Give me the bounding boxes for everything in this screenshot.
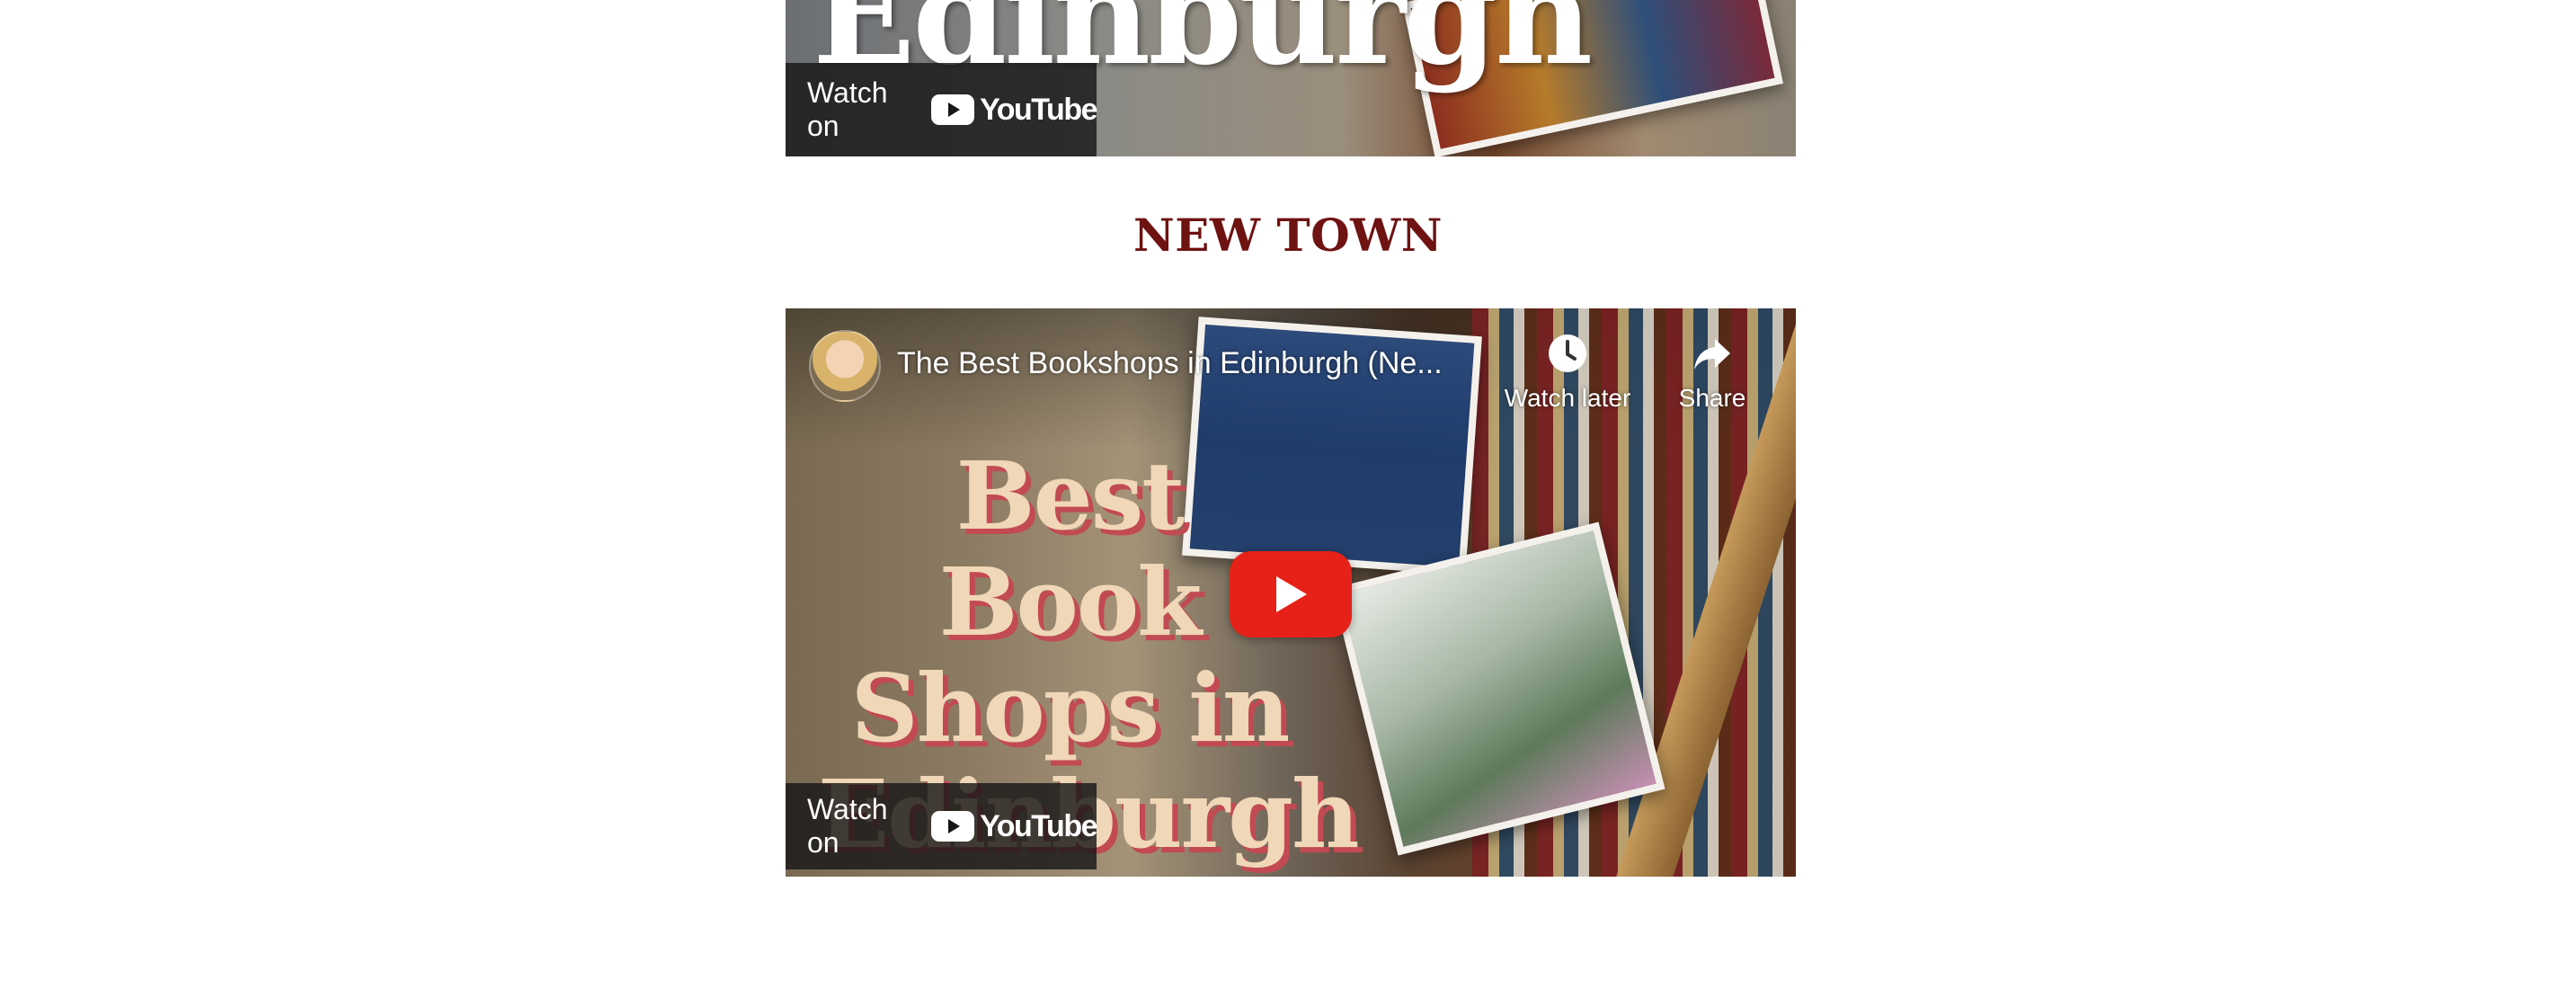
youtube-logo-icon: YouTube <box>931 93 1097 128</box>
youtube-wordmark: YouTube <box>980 92 1097 127</box>
play-button[interactable] <box>1230 551 1352 637</box>
watch-later-label: Watch later <box>1504 384 1631 412</box>
watch-on-label: Watch on <box>807 76 888 142</box>
clock-icon <box>1549 334 1586 372</box>
share-label: Share <box>1678 384 1746 412</box>
watch-on-youtube-button[interactable]: Watch on YouTube <box>786 783 1097 869</box>
video-title-link[interactable]: The Best Bookshops in Edinburgh (Ne... <box>897 346 1472 381</box>
thumbnail-title-line: Shops in <box>850 653 1291 763</box>
youtube-logo-icon: YouTube <box>931 809 1097 844</box>
watch-later-button[interactable]: Watch later <box>1496 332 1639 413</box>
share-arrow-icon <box>1694 339 1730 370</box>
watch-on-label: Watch on <box>807 793 888 859</box>
player-header: The Best Bookshops in Edinburgh (Ne... W… <box>786 308 1796 434</box>
play-icon <box>1276 576 1307 612</box>
youtube-wordmark: YouTube <box>980 808 1097 843</box>
channel-avatar[interactable] <box>809 330 881 402</box>
watch-on-youtube-button[interactable]: Watch on YouTube <box>786 63 1097 156</box>
video-embed-previous[interactable]: Edinburgh Watch on YouTube <box>786 0 1796 156</box>
share-button[interactable]: Share <box>1665 332 1760 413</box>
section-heading: NEW TOWN <box>1133 209 1443 262</box>
video-embed-bookshops[interactable]: Best Book Shops in Edinburgh part 2 The … <box>786 308 1796 877</box>
